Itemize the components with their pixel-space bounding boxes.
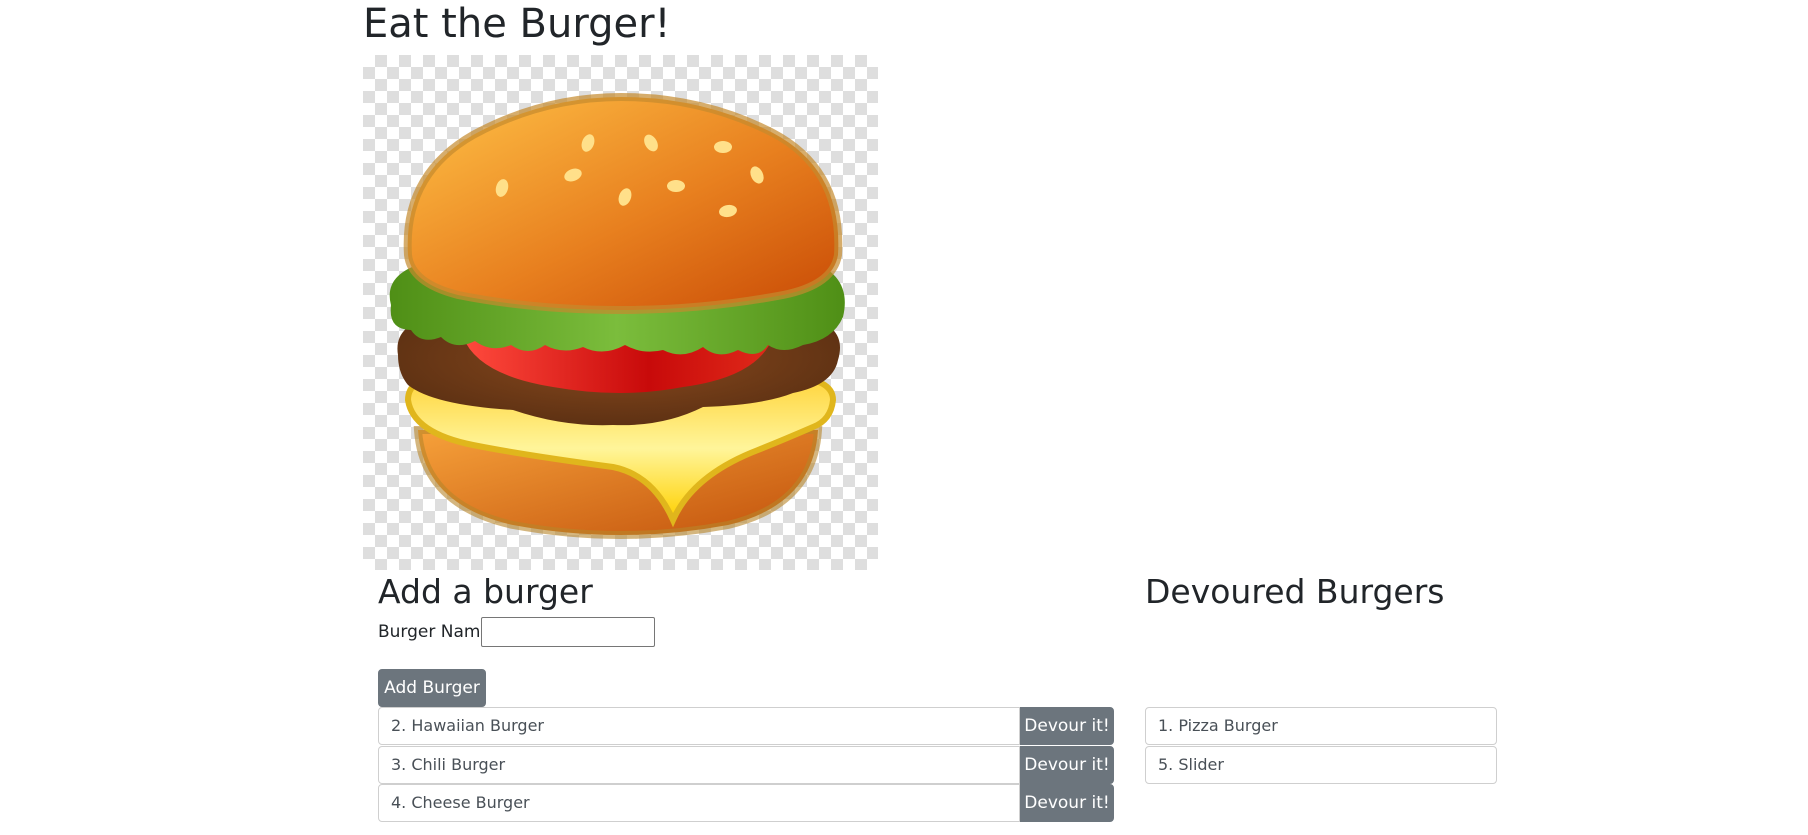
add-burger-button[interactable]: Add Burger [378, 669, 486, 707]
add-burger-heading: Add a burger [378, 572, 593, 611]
burger-list: 2. Hawaiian Burger Devour it! 3. Chili B… [378, 707, 1114, 823]
devoured-burgers-heading: Devoured Burgers [1145, 572, 1445, 611]
burger-list-item: 4. Cheese Burger Devour it! [378, 784, 1114, 822]
page-title: Eat the Burger! [363, 1, 671, 47]
devour-button[interactable]: Devour it! [1020, 784, 1114, 822]
devour-button[interactable]: Devour it! [1020, 707, 1114, 745]
burger-name: 2. Hawaiian Burger [378, 707, 1020, 745]
devoured-list-item: 5. Slider [1145, 745, 1497, 784]
devoured-list-item: 1. Pizza Burger [1145, 707, 1497, 745]
burger-name-input[interactable] [481, 617, 655, 647]
devour-button[interactable]: Devour it! [1020, 745, 1114, 784]
burger-image [363, 55, 878, 570]
burger-name-label: Burger Name: [378, 622, 497, 642]
burger-name: 4. Cheese Burger [378, 784, 1020, 822]
devoured-list: 1. Pizza Burger 5. Slider [1145, 707, 1497, 784]
burger-list-item: 3. Chili Burger Devour it! [378, 745, 1114, 784]
burger-name: 3. Chili Burger [378, 745, 1020, 784]
burger-list-item: 2. Hawaiian Burger Devour it! [378, 707, 1114, 745]
